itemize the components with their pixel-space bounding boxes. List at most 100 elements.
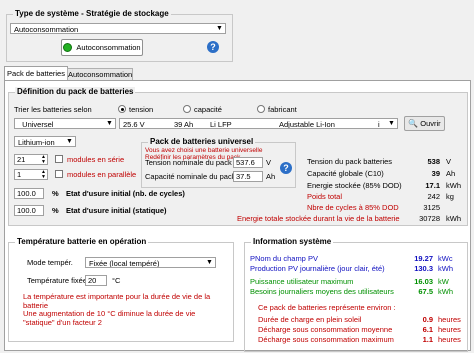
info-red-unit-0: heures xyxy=(438,315,461,324)
parallel-count-value: 1 xyxy=(17,170,22,179)
battery-tension: 25.6 V xyxy=(123,120,145,129)
system-type-title: Type de système - Stratégie de stockage xyxy=(13,9,171,18)
series-count-value: 21 xyxy=(17,155,26,164)
system-type-combo-value: Autoconsommation xyxy=(14,25,79,34)
parallel-checkbox[interactable] xyxy=(55,170,63,178)
temp-mode-label: Mode tempér. xyxy=(27,258,73,267)
filter-combo-value: _Universel xyxy=(18,120,54,129)
battery-flag: i xyxy=(378,120,380,129)
chevron-down-icon: ▼ xyxy=(216,25,223,32)
capacity-input[interactable]: 37.5 xyxy=(233,171,263,182)
info-pack-intro: Ce pack de batteries représente environ … xyxy=(258,303,396,312)
wear-static-value: 100.0 xyxy=(17,206,36,215)
weight-value: 242 xyxy=(427,192,440,201)
capacity-unit: Ah xyxy=(266,172,276,181)
parallel-label: modules en parallèle xyxy=(67,170,137,179)
green-led-icon xyxy=(63,43,73,52)
info-green-unit-0: kW xyxy=(438,277,449,286)
tech-combo-value: Lithium-ion xyxy=(18,138,55,147)
chevron-down-icon: ▼ xyxy=(388,120,395,127)
chevron-down-icon: ▼ xyxy=(206,259,213,266)
temp-note2-text: Une augmentation de 10 °C diminue la dur… xyxy=(23,309,196,327)
summary-value-0: 538 xyxy=(427,157,440,166)
temp-fixed-label: Température fixée xyxy=(27,276,88,285)
radio-tension-label: tension xyxy=(129,105,154,114)
tension-label: Tension nominale du pack xyxy=(145,158,232,167)
universal-pack-title: Pack de batteries universel xyxy=(148,137,256,146)
tension-value: 537.6 xyxy=(236,158,255,167)
battery-capacity: 39 Ah xyxy=(174,120,194,129)
spinner-icon: ▲ ▼ xyxy=(41,154,46,165)
radio-capacite[interactable] xyxy=(183,105,191,113)
summary-label-2: Energie stockée (85% DOD) xyxy=(307,181,402,190)
summary-label-1: Capacité globale (C10) xyxy=(307,169,384,178)
tension-unit: V xyxy=(266,158,272,167)
wear-static-label: Etat d'usure initial (statique) xyxy=(66,206,167,215)
energy-total-label: Energie totale stockée durant la vie de … xyxy=(237,214,400,223)
info-red-label-1: Décharge sous consommation moyenne xyxy=(258,325,393,334)
info-unit-1: kWh xyxy=(438,264,453,273)
wear-static-input[interactable]: 100.0 xyxy=(14,205,44,216)
weight-unit: kg xyxy=(446,192,454,201)
info-label-1: Production PV journalière (jour clair, é… xyxy=(250,264,385,273)
temp-mode-combo[interactable]: Fixée (local tempéré) ▼ xyxy=(85,257,216,268)
system-info-title: Information système xyxy=(251,237,334,246)
universal-note1: Vous avez choisi une batterie universell… xyxy=(145,147,263,154)
temp-fixed-value: 20 xyxy=(88,276,97,285)
autoconsommation-mode-button[interactable]: Autoconsommation xyxy=(61,39,143,56)
wear-cycles-label: Etat d'usure initial (nb. de cycles) xyxy=(66,189,185,198)
battery-combo[interactable]: 25.6 V 39 Ah Li LFP Adjustable Li-Ion i … xyxy=(119,118,398,129)
tab-pack-batteries-label: Pack de batteries xyxy=(7,69,65,78)
pack-definition-title: Définition du pack de batteries xyxy=(15,87,136,96)
tab-autoconsommation-label: Autoconsommation xyxy=(68,70,133,79)
info-unit-0: kWc xyxy=(438,254,453,263)
cycles-label: Nbre de cycles à 85% DOD xyxy=(307,203,399,212)
tension-input[interactable]: 537.6 xyxy=(233,157,263,168)
summary-unit-2: kWh xyxy=(446,181,461,190)
info-red-label-2: Décharge sous consommation maximum xyxy=(258,335,394,344)
radio-capacite-label: capacité xyxy=(194,105,222,114)
info-red-label-0: Durée de charge en plein soleil xyxy=(258,315,362,324)
info-green-value-1: 67.5 xyxy=(418,287,433,296)
info-value-0: 19.27 xyxy=(414,254,433,263)
wear-cycles-value: 100.0 xyxy=(17,189,36,198)
summary-value-1: 39 xyxy=(431,169,440,178)
summary-unit-1: Ah xyxy=(446,169,456,178)
info-red-unit-2: heures xyxy=(438,335,461,344)
filter-combo[interactable]: _Universel ▼ xyxy=(14,118,116,129)
help-icon[interactable]: ? xyxy=(207,41,219,53)
weight-label: Poids total xyxy=(307,192,343,201)
capacity-label: Capacité nominale du pack xyxy=(145,172,236,181)
info-green-label-0: Puissance utilisateur maximum xyxy=(250,277,354,286)
info-red-unit-1: heures xyxy=(438,325,461,334)
battery-name: Adjustable Li-Ion xyxy=(279,120,335,129)
tab-pack-batteries[interactable]: Pack de batteries xyxy=(4,66,68,81)
info-red-value-0: 0.9 xyxy=(422,315,433,324)
series-checkbox[interactable] xyxy=(55,155,63,163)
summary-label-0: Tension du pack batteries xyxy=(307,157,393,166)
spinner-icon: ▲ ▼ xyxy=(41,169,46,180)
open-button[interactable]: 🔍 Ouvrir xyxy=(404,116,445,131)
info-label-0: PNom du champ PV xyxy=(250,254,318,263)
radio-fabricant-label: fabricant xyxy=(268,105,297,114)
cycles-value: 3125 xyxy=(423,203,440,212)
info-green-label-1: Besoins journaliers moyens des utilisate… xyxy=(250,287,394,296)
wear-static-pct: % xyxy=(52,206,59,215)
summary-value-2: 17.1 xyxy=(425,181,440,190)
system-type-combo[interactable]: Autoconsommation ▼ xyxy=(10,23,226,34)
battery-tech: Li LFP xyxy=(210,120,232,129)
radio-tension[interactable] xyxy=(118,105,126,113)
tech-combo[interactable]: Lithium-ion ▼ xyxy=(14,136,76,147)
series-label: modules en série xyxy=(67,155,125,164)
sort-label: Trier les batteries selon xyxy=(14,105,92,114)
info-value-1: 130.3 xyxy=(414,264,433,273)
series-count-input[interactable]: 21 ▲ ▼ xyxy=(14,154,48,165)
chevron-down-icon: ▼ xyxy=(66,138,73,145)
temp-note-text: La température est importante pour la du… xyxy=(23,292,211,310)
temp-fixed-input[interactable]: 20 xyxy=(85,275,107,286)
energy-total-value: 30728 xyxy=(419,214,440,223)
radio-fabricant[interactable] xyxy=(257,105,265,113)
help-icon[interactable]: ? xyxy=(280,162,292,174)
parallel-count-input[interactable]: 1 ▲ ▼ xyxy=(14,169,48,180)
wear-cycles-input[interactable]: 100.0 xyxy=(14,188,44,199)
